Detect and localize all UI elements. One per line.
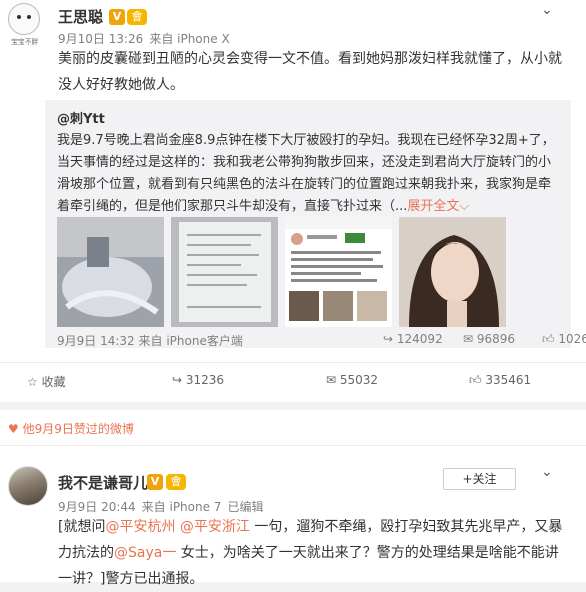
divider (0, 402, 586, 410)
star-icon: ☆ (27, 375, 38, 389)
username[interactable]: 王思聪 (58, 6, 103, 27)
weibo-card-wangsicong: 宝宝不胖 王思聪 V 會 ⌄ 9月10日 13:26 来自 iPhone X 美丽… (0, 0, 586, 402)
post-text: [就想问@平安杭州 @平安浙江 一句，遛狗不牵绳，殴打孕妇致其先兆早产，又暴力抗… (58, 519, 563, 587)
repost-time[interactable]: 9月9日 14:32 (57, 334, 135, 348)
repost-author[interactable]: @刺Ytt (57, 108, 105, 127)
mention-link[interactable]: @平安杭州 (105, 519, 175, 535)
expand-link[interactable]: 展开全文 (407, 199, 459, 214)
follow-button[interactable]: +关注 (443, 468, 516, 490)
member-crown-icon[interactable]: 會 (127, 9, 147, 25)
thumbs-up-icon: 👍︎ (542, 332, 555, 346)
mention-link[interactable]: @Saya一 (114, 545, 176, 561)
repost-button[interactable]: ↪ 31236 (172, 373, 224, 387)
vip-badge-icon[interactable]: V (147, 474, 163, 490)
avatar-face-icon (8, 3, 40, 35)
post-source: 来自 iPhone X (149, 32, 230, 46)
photo-thumb-medical-record[interactable] (171, 217, 278, 327)
chevron-down-icon[interactable]: ⌄ (541, 464, 553, 480)
repost-icon: ↪ (172, 373, 183, 387)
repost-meta: 9月9日 14:32 来自 iPhone客户端 (57, 332, 243, 349)
avatar-caption: 宝宝不胖 (11, 37, 39, 46)
chevron-down-icon[interactable]: ⌄ (541, 2, 553, 18)
repost-source: 来自 iPhone客户端 (138, 334, 243, 348)
post-time[interactable]: 9月10日 13:26 (58, 32, 143, 46)
post-meta: 9月10日 13:26 来自 iPhone X (58, 30, 236, 47)
post-meta: 9月9日 20:44 来自 iPhone 7 已编辑 (58, 498, 269, 515)
liked-notice[interactable]: ♥ 他9月9日赞过的微博 (8, 420, 134, 437)
share-icon: ↪ (383, 332, 394, 346)
vip-badge-icon[interactable]: V (109, 9, 125, 25)
repost-text: 我是9.7号晚上君尚金座8.9点钟在楼下大厅被殴打的孕妇。我现在已经怀孕32周+… (57, 133, 555, 214)
avatar[interactable]: 宝宝不胖 (6, 3, 42, 49)
repost-share-count[interactable]: ↪ 124092 (383, 332, 443, 346)
post-time[interactable]: 9月9日 20:44 (58, 500, 136, 514)
chevron-down-icon[interactable]: ⌵ (459, 199, 469, 214)
comment-icon: ✉ (463, 332, 474, 346)
repost-like-count[interactable]: 👍︎ 102611 (542, 332, 586, 347)
action-bar: ☆ 收藏 ↪ 31236 ✉ 55032 👍︎ 335461 (0, 362, 586, 398)
post-source: 来自 iPhone 7 (141, 500, 222, 514)
thumbs-up-icon: 👍︎ (469, 373, 482, 387)
username[interactable]: 我不是谦哥儿 (58, 472, 148, 493)
weibo-card-qiange: 我不是谦哥儿 V 會 +关注 ⌄ 9月9日 20:44 来自 iPhone 7 已编… (0, 446, 586, 587)
comment-icon: ✉ (326, 373, 337, 387)
edited-label[interactable]: 已编辑 (227, 500, 263, 514)
comment-button[interactable]: ✉ 55032 (326, 373, 378, 387)
heart-icon: ♥ (8, 422, 19, 436)
photo-thumb-hospital-bed[interactable] (57, 217, 164, 327)
favorite-button[interactable]: ☆ 收藏 (27, 373, 66, 390)
like-button[interactable]: 👍︎ 335461 (469, 373, 531, 388)
photo-thumb-portrait[interactable] (399, 217, 506, 327)
mention-link[interactable]: @平安浙江 (180, 519, 250, 535)
repost-comment-count[interactable]: ✉ 96896 (463, 332, 515, 346)
avatar[interactable] (8, 466, 48, 506)
post-text: 美丽的皮囊碰到丑陋的心灵会变得一文不值。看到她妈那泼妇样我就懂了，从小就没人好好… (58, 51, 562, 93)
liked-notice-bar: ♥ 他9月9日赞过的微博 (0, 410, 586, 446)
photo-thumb-weibo-screenshot[interactable] (285, 217, 392, 327)
repost-box: @刺Ytt 我是9.7号晚上君尚金座8.9点钟在楼下大厅被殴打的孕妇。我现在已经… (45, 100, 586, 349)
member-crown-icon[interactable]: 會 (166, 474, 186, 490)
